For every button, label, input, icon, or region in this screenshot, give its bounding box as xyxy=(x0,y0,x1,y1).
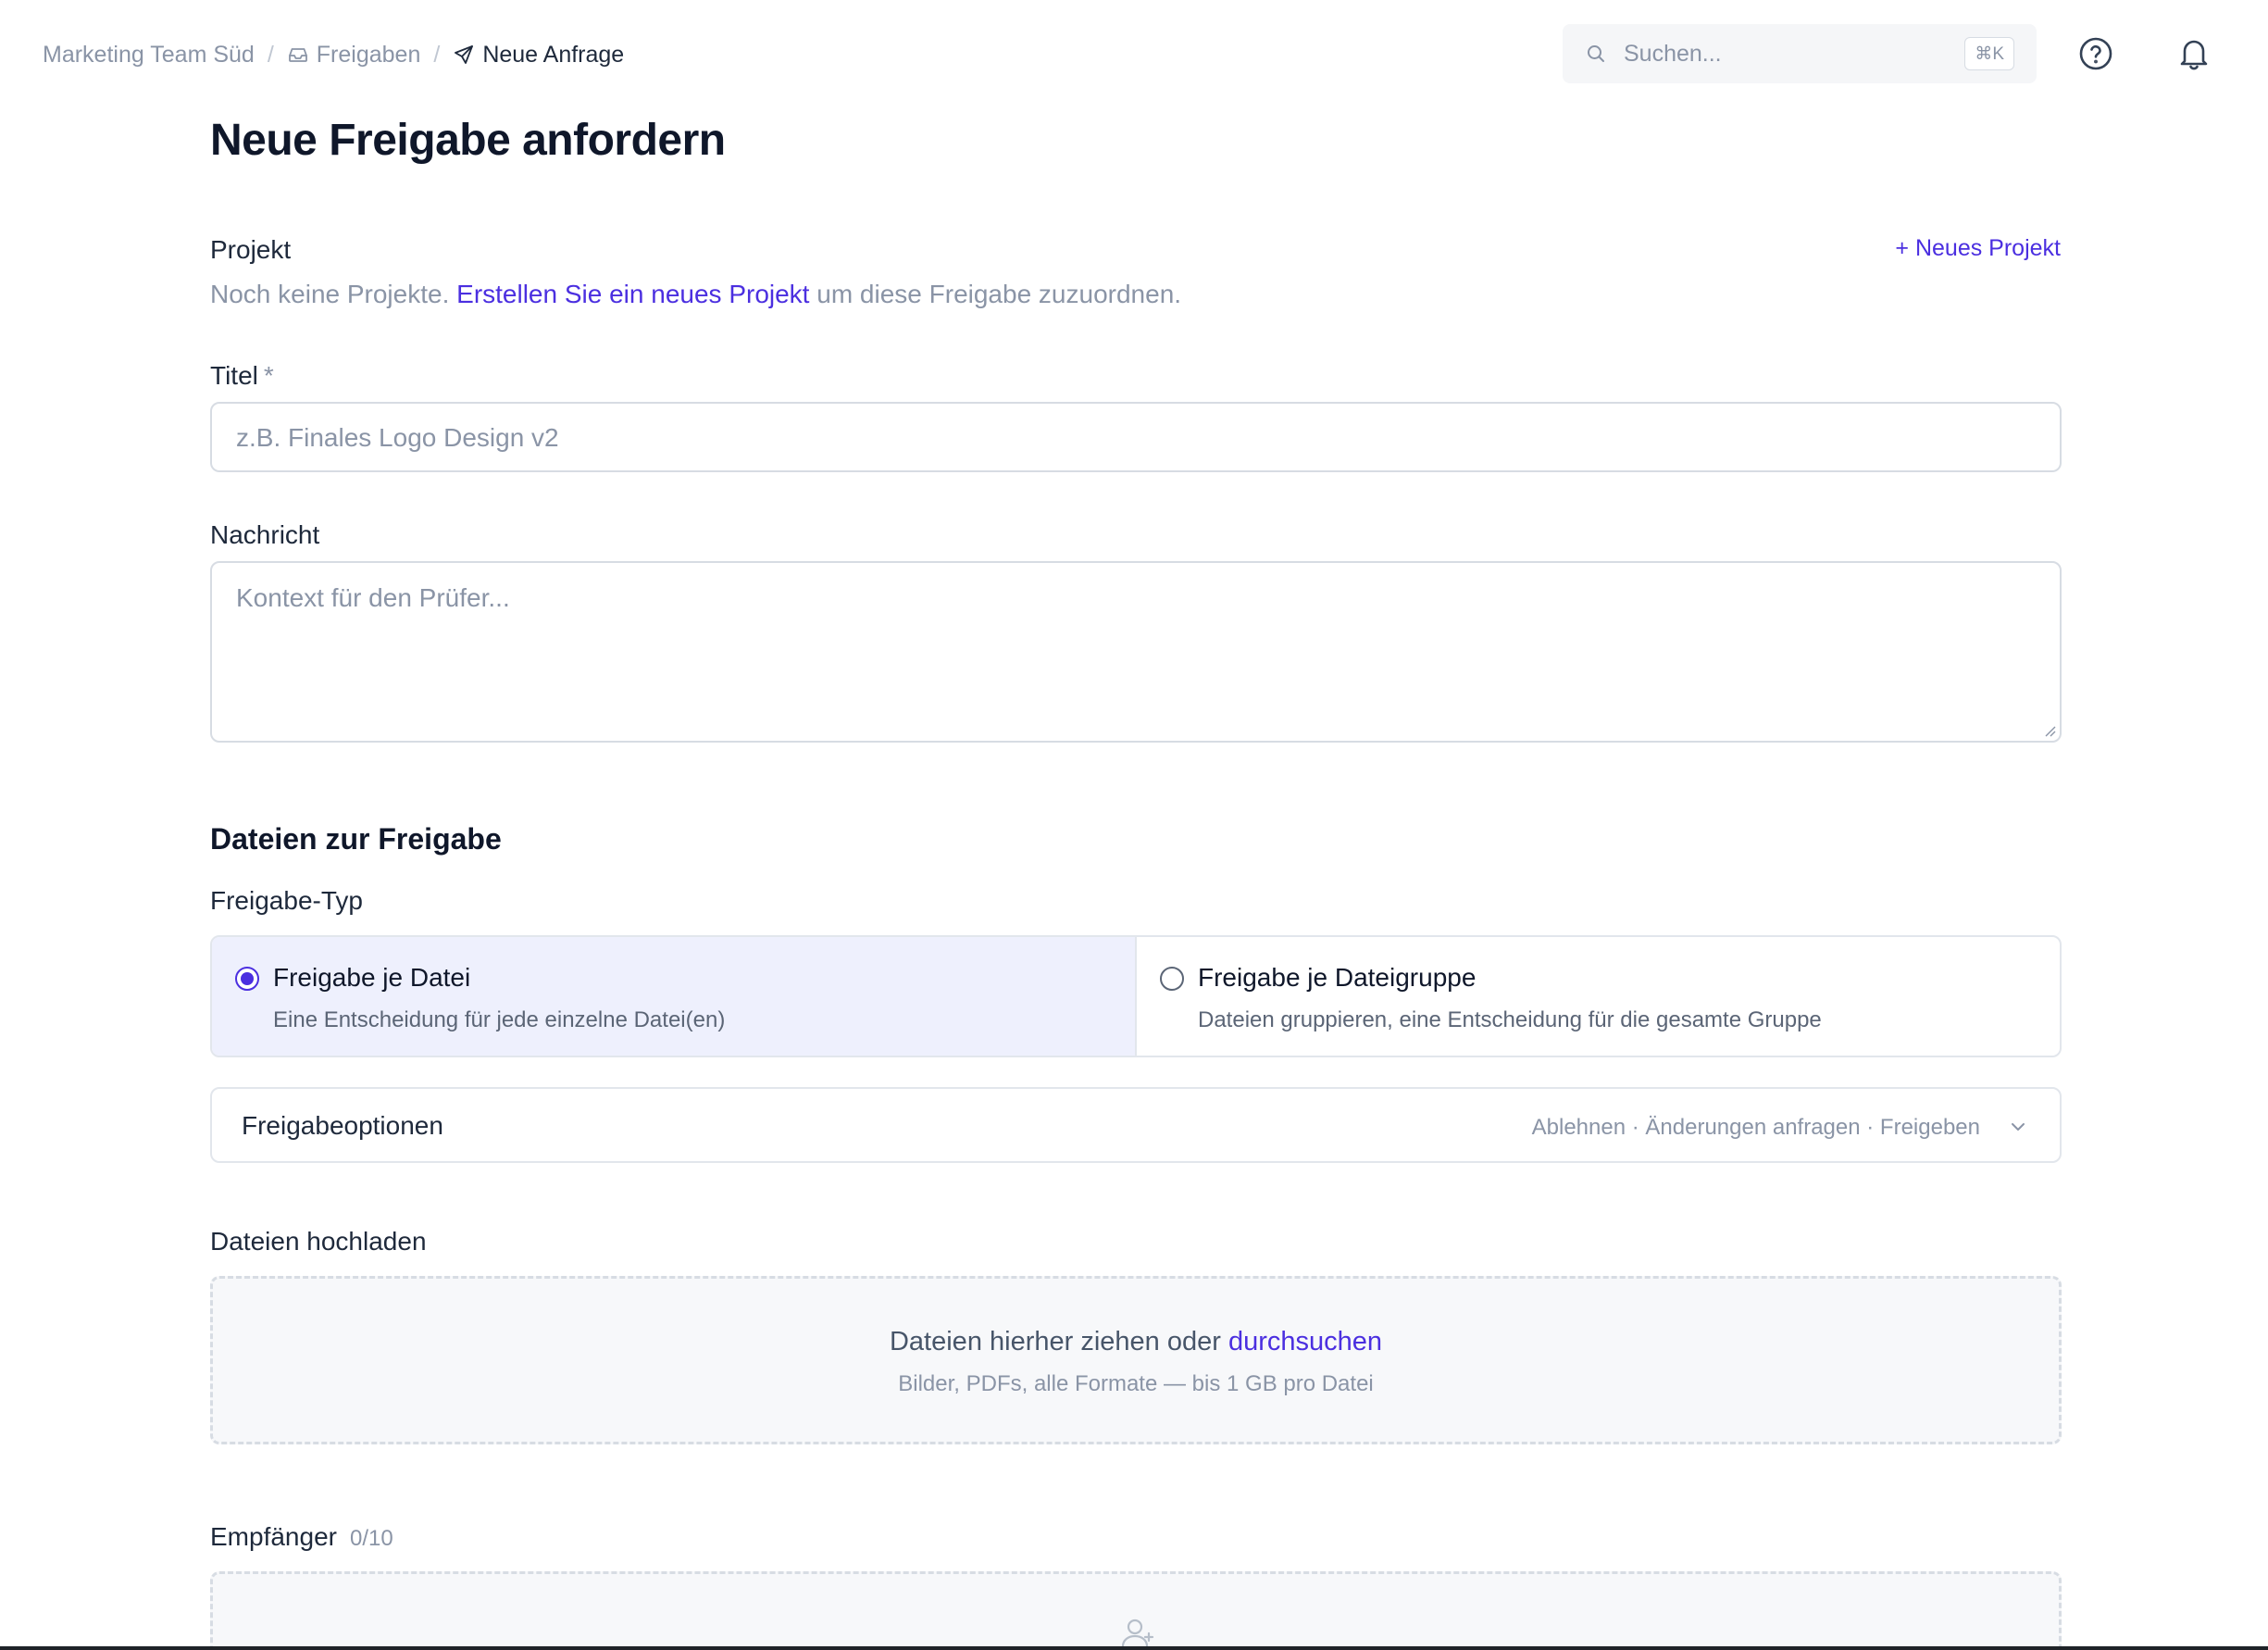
approval-options-toggle[interactable]: Freigabeoptionen Ablehnen · Änderungen a… xyxy=(210,1087,2062,1163)
required-mark: * xyxy=(263,361,274,390)
recipients-label-text: Empfänger xyxy=(210,1522,337,1551)
page-title: Neue Freigabe anfordern xyxy=(210,116,726,165)
breadcrumb-freigaben[interactable]: Freigaben xyxy=(287,41,421,69)
upload-dropzone[interactable]: Dateien hierher ziehen oder durchsuchen … xyxy=(210,1276,2062,1444)
radio-per-file[interactable] xyxy=(235,967,259,991)
page: Marketing Team Süd / Freigaben / Neue An… xyxy=(0,0,2268,1650)
project-label: Projekt xyxy=(210,235,292,264)
approval-options-title: Freigabeoptionen xyxy=(242,1111,443,1140)
option-per-group[interactable]: Freigabe je Dateigruppe Dateien gruppier… xyxy=(1137,937,2060,1056)
search-placeholder: Suchen... xyxy=(1624,41,1722,67)
files-section-heading: Dateien zur Freigabe xyxy=(210,822,502,856)
approval-type-label: Freigabe-Typ xyxy=(210,886,363,915)
option-per-file-description: Eine Entscheidung für jede einzelne Date… xyxy=(273,1007,726,1032)
upload-hint: Bilder, PDFs, alle Formate — bis 1 GB pr… xyxy=(898,1371,1374,1396)
option-per-group-title: Freigabe je Dateigruppe xyxy=(1198,963,1477,992)
browse-link[interactable]: durchsuchen xyxy=(1228,1327,1382,1356)
breadcrumb-freigaben-label: Freigaben xyxy=(316,41,421,68)
recipients-label: Empfänger 0/10 xyxy=(210,1522,393,1552)
message-textarea[interactable]: Kontext für den Prüfer... xyxy=(210,561,2062,743)
breadcrumb-current-label: Neue Anfrage xyxy=(482,41,625,68)
help-circle-icon[interactable] xyxy=(2077,35,2114,72)
new-project-button[interactable]: + Neues Projekt xyxy=(1895,235,2061,262)
chevron-down-icon xyxy=(2008,1117,2028,1137)
breadcrumb-current: Neue Anfrage xyxy=(453,42,624,69)
message-label: Nachricht xyxy=(210,520,320,549)
breadcrumb-separator: / xyxy=(433,41,441,68)
project-help-suffix: um diese Freigabe zuzuordnen. xyxy=(816,280,1182,308)
title-field[interactable]: z.B. Finales Logo Design v2 xyxy=(210,402,2062,472)
upload-text-main: Dateien hierher ziehen oder xyxy=(889,1327,1221,1356)
option-per-file[interactable]: Freigabe je Datei Eine Entscheidung für … xyxy=(212,937,1137,1056)
approval-type-group: Freigabe je Datei Eine Entscheidung für … xyxy=(210,935,2062,1057)
search-icon xyxy=(1585,43,1607,65)
window-bottom-edge xyxy=(0,1646,2268,1650)
top-bar: Marketing Team Süd / Freigaben / Neue An… xyxy=(0,0,2268,107)
approval-options-summary: Ablehnen · Änderungen anfragen · Freigeb… xyxy=(1531,1115,1980,1140)
radio-per-group[interactable] xyxy=(1160,967,1184,991)
upload-label: Dateien hochladen xyxy=(210,1227,427,1256)
option-per-file-title: Freigabe je Datei xyxy=(273,963,471,992)
message-placeholder: Kontext für den Prüfer... xyxy=(236,583,510,612)
user-plus-icon xyxy=(1120,1615,1155,1650)
breadcrumb-workspace[interactable]: Marketing Team Süd xyxy=(43,42,255,69)
resize-handle[interactable] xyxy=(2043,724,2056,737)
upload-text: Dateien hierher ziehen oder durchsuchen xyxy=(213,1327,2059,1357)
option-per-group-description: Dateien gruppieren, eine Entscheidung fü… xyxy=(1198,1007,1822,1032)
title-label-text: Titel xyxy=(210,361,258,390)
add-recipient-zone[interactable] xyxy=(210,1571,2062,1650)
breadcrumb: Marketing Team Süd / Freigaben / Neue An… xyxy=(43,37,624,72)
recipients-count: 0/10 xyxy=(349,1526,393,1551)
project-help-text: Noch keine Projekte. Erstellen Sie ein n… xyxy=(210,280,1181,309)
search-shortcut-badge: ⌘K xyxy=(1964,37,2014,70)
send-icon xyxy=(453,44,475,66)
create-project-link[interactable]: Erstellen Sie ein neues Projekt xyxy=(456,280,809,308)
search-input[interactable]: Suchen... ⌘K xyxy=(1563,24,2037,83)
breadcrumb-separator: / xyxy=(267,41,274,68)
project-help-prefix: Noch keine Projekte. xyxy=(210,280,450,308)
inbox-icon xyxy=(287,44,309,66)
bell-icon[interactable] xyxy=(2175,35,2212,72)
title-placeholder: z.B. Finales Logo Design v2 xyxy=(236,423,559,452)
title-label: Titel * xyxy=(210,361,274,391)
